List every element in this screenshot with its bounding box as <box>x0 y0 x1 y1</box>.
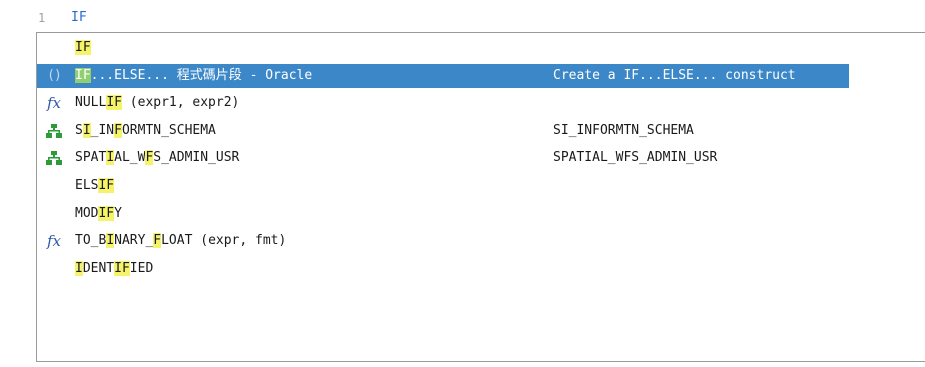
label-text: S <box>75 122 83 138</box>
suggestion-row[interactable]: MODIFY <box>37 202 925 226</box>
label-text: NULL <box>75 95 107 111</box>
label-text: _IN <box>90 122 115 138</box>
schema-icon <box>39 119 69 143</box>
suggestion-label: SI_INFORMTN_SCHEMA <box>75 119 216 143</box>
suggestion-description: SPATIAL_WFS_ADMIN_USR <box>553 150 718 166</box>
suggestion-row[interactable]: fx NULLIF (expr1, expr2) <box>37 91 925 115</box>
suggestion-row[interactable]: fx TO_BINARY_FLOAT (expr, fmt) <box>37 229 925 253</box>
match-highlight: IF <box>98 205 115 221</box>
label-text: MOD <box>75 205 99 221</box>
suggestion-row[interactable]: SPATIAL_WFS_ADMIN_USR SPATIAL_WFS_ADMIN_U… <box>37 146 925 170</box>
suggestion-row[interactable]: IF <box>37 36 925 60</box>
match-highlight: I <box>106 233 115 249</box>
label-text: S_ADMIN_USR <box>153 150 240 166</box>
match-highlight: I <box>82 122 91 138</box>
match-highlight: IF <box>106 95 122 111</box>
suggestion-row-selected[interactable]: () IF...ELSE... 程式碼片段 - Oracle Create a IF… <box>37 63 849 88</box>
label-text: ORMTN_SCHEMA <box>121 122 216 138</box>
match-highlight: IF <box>75 67 91 83</box>
label-text: IED <box>129 260 154 276</box>
label-text: DENT <box>82 260 115 276</box>
label-text: Y <box>114 205 122 221</box>
match-highlight: IF <box>75 40 91 55</box>
suggestion-row[interactable]: IDENTIFIED <box>37 257 925 281</box>
label-text: NARY_ <box>114 233 154 249</box>
label-text: LOAT (expr, fmt) <box>161 233 287 249</box>
match-highlight: IF <box>114 260 130 276</box>
suggestion-label: IF...ELSE... 程式碼片段 - Oracle <box>75 64 312 88</box>
suggestion-label: SPATIAL_WFS_ADMIN_USR <box>75 146 239 170</box>
suggestion-description: Create a IF...ELSE... construct <box>553 67 796 83</box>
match-highlight: IF <box>98 178 115 193</box>
label-text: (expr1, expr2) <box>121 95 240 111</box>
line-number: 1 <box>38 11 46 25</box>
function-icon: fx <box>46 93 61 112</box>
label-text: TO_B <box>75 233 107 249</box>
suggestion-label: IF <box>75 36 91 60</box>
label-text: AL_W <box>114 150 146 166</box>
suggestion-label: ELSIF <box>75 174 115 198</box>
match-highlight: F <box>114 122 122 138</box>
label-text: ...ELSE... 程式碼片段 - Oracle <box>90 67 313 83</box>
label-text: SPAT <box>75 150 107 166</box>
schema-icon <box>39 146 69 170</box>
match-highlight: F <box>153 233 162 249</box>
suggestion-row[interactable]: SI_INFORMTN_SCHEMA SI_INFORMTN_SCHEMA <box>37 119 925 143</box>
suggestion-label: MODIFY <box>75 202 122 226</box>
snippet-icon: () <box>47 67 62 83</box>
suggestion-label: TO_BINARY_FLOAT (expr, fmt) <box>75 229 286 253</box>
autocomplete-popup: IF() IF...ELSE... 程式碼片段 - Oracle Create a … <box>36 32 925 362</box>
match-highlight: I <box>75 260 83 276</box>
function-icon: fx <box>46 231 61 250</box>
suggestion-description: SI_INFORMTN_SCHEMA <box>553 122 694 138</box>
suggestion-label: IDENTIFIED <box>75 257 153 281</box>
match-highlight: I <box>106 150 115 166</box>
code-text[interactable]: IF <box>71 8 87 28</box>
label-text: ELS <box>75 178 99 193</box>
suggestion-label: NULLIF (expr1, expr2) <box>75 91 239 115</box>
suggestion-row[interactable]: ELSIF <box>37 174 925 198</box>
